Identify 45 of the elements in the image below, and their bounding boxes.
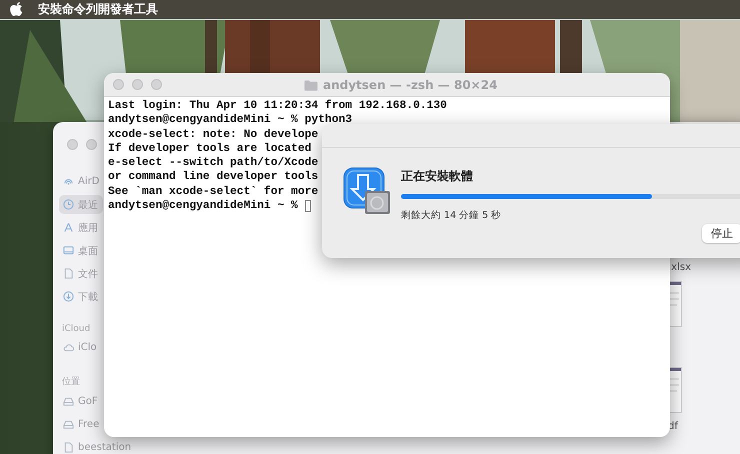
- display-icon: [63, 245, 74, 256]
- terminal-line: e-select --switch path/to/Xcode: [108, 156, 318, 170]
- cloud-icon: [63, 342, 74, 353]
- close-button[interactable]: [67, 139, 78, 150]
- dialog-title: 正在安裝軟體: [401, 168, 474, 185]
- close-button[interactable]: [113, 79, 124, 90]
- signal-arcs-icon: [63, 176, 74, 187]
- sidebar-item[interactable]: 下載: [59, 287, 103, 306]
- sidebar-item[interactable]: 最近: [59, 195, 103, 214]
- sidebar-item[interactable]: 桌面: [59, 241, 103, 260]
- sidebar-item[interactable]: beestation: [59, 438, 134, 454]
- sidebar-item[interactable]: Free: [59, 415, 103, 434]
- sidebar-heading: 位置: [61, 376, 80, 388]
- status-text: 剩餘大約 14 分鐘 5 秒: [401, 209, 502, 222]
- sidebar-item[interactable]: 文件: [59, 264, 103, 283]
- window-title: andytsen — -zsh — 80×24: [323, 78, 498, 92]
- terminal-line: If developer tools are located: [108, 142, 312, 156]
- folder-icon: [304, 78, 318, 90]
- drive-icon: [63, 419, 74, 430]
- terminal-line: xcode-select: note: No develope: [108, 128, 318, 142]
- sidebar-item[interactable]: 應用: [59, 218, 103, 237]
- minimize-button[interactable]: [132, 79, 143, 90]
- sidebar-item[interactable]: AirD: [59, 172, 103, 191]
- terminal-prompt: andytsen@cengyandideMini ~ %: [108, 199, 298, 214]
- text-cursor: [304, 200, 311, 212]
- sidebar-heading: iCloud: [61, 324, 90, 334]
- document-icon: [63, 442, 74, 453]
- installer-icon: [343, 167, 391, 215]
- download-icon: [63, 291, 74, 302]
- terminal-line: andytsen@cengyandideMini ~ % python3: [108, 113, 352, 128]
- drive-icon: [63, 396, 74, 407]
- minimize-button[interactable]: [86, 139, 97, 150]
- file-name[interactable]: .xlsx: [668, 262, 692, 273]
- sidebar-item[interactable]: GoF: [59, 392, 103, 411]
- clock-icon: [63, 199, 74, 210]
- zoom-button[interactable]: [151, 79, 162, 90]
- document-icon: [63, 268, 74, 279]
- app-name[interactable]: 安裝命令列開發者工具: [38, 1, 158, 18]
- terminal-line: See `man xcode-select` for more: [108, 184, 318, 200]
- apple-icon[interactable]: [10, 2, 24, 18]
- terminal-line: Last login: Thu Apr 10 11:20:34 from 192.168.0.130: [108, 99, 447, 114]
- sidebar-item[interactable]: iClo: [59, 338, 103, 357]
- terminal-line: or command line developer tools: [108, 170, 318, 185]
- stop-button[interactable]: 停止: [702, 224, 740, 243]
- triangle-icon: [63, 222, 74, 233]
